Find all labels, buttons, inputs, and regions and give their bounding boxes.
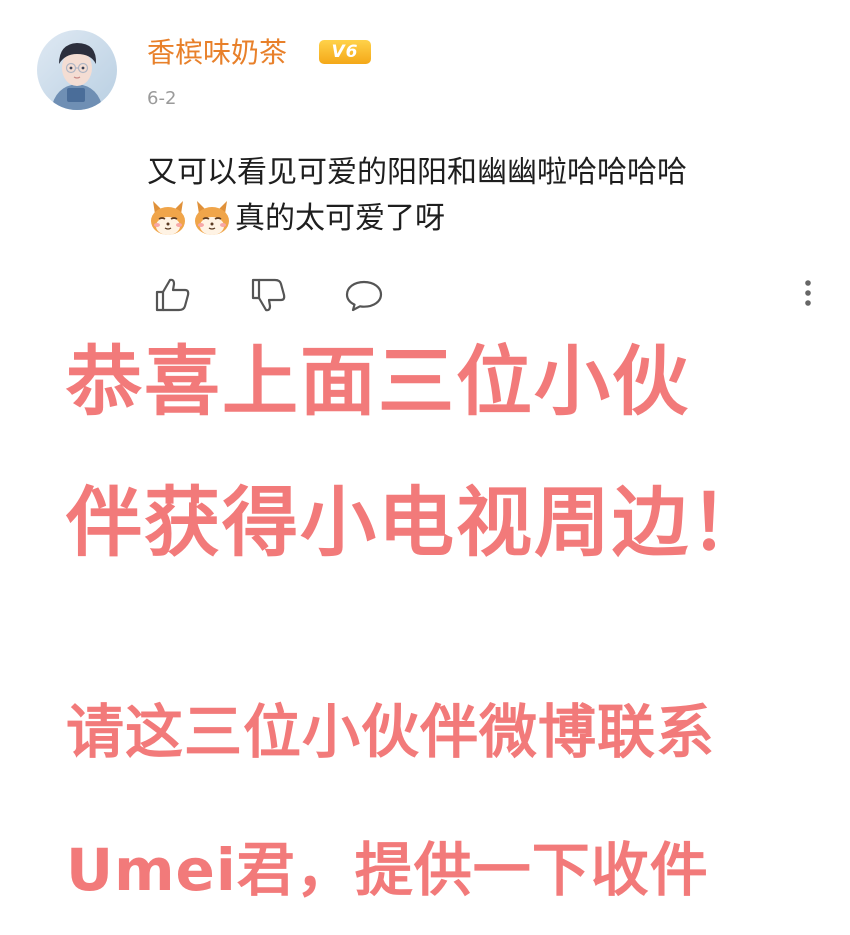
- avatar[interactable]: [37, 30, 117, 110]
- post-date: 6-2: [147, 88, 177, 109]
- comment-icon[interactable]: [344, 275, 384, 315]
- announcement-line-2: 伴获得小电视周边！: [66, 478, 768, 567]
- thumbs-down-icon[interactable]: [248, 275, 288, 315]
- announcement-line-3: 请这三位小伙伴微博联系: [66, 698, 716, 766]
- username[interactable]: 香槟味奶茶: [147, 35, 287, 71]
- shiba-emoji-icon: [191, 197, 233, 237]
- comment-line-2-text: 真的太可爱了呀: [235, 201, 445, 236]
- vip-badge: V6: [319, 40, 371, 64]
- comment-line-2: 真的太可爱了呀: [147, 196, 827, 242]
- thumbs-up-icon[interactable]: [152, 275, 192, 315]
- comment-card: 香槟味奶茶 V6 6-2 又可以看见可爱的阳阳和幽幽啦哈哈哈哈 真的太可爱了呀 …: [0, 0, 850, 935]
- comment-text: 又可以看见可爱的阳阳和幽幽啦哈哈哈哈 真的太可爱了呀: [147, 150, 827, 242]
- announcement-line-1: 恭喜上面三位小伙: [66, 337, 690, 426]
- shiba-emoji-icon: [147, 197, 189, 237]
- more-icon[interactable]: [798, 278, 818, 312]
- announcement-line-4: Umei君，提供一下收件: [66, 836, 709, 904]
- comment-line-1: 又可以看见可爱的阳阳和幽幽啦哈哈哈哈: [147, 155, 687, 190]
